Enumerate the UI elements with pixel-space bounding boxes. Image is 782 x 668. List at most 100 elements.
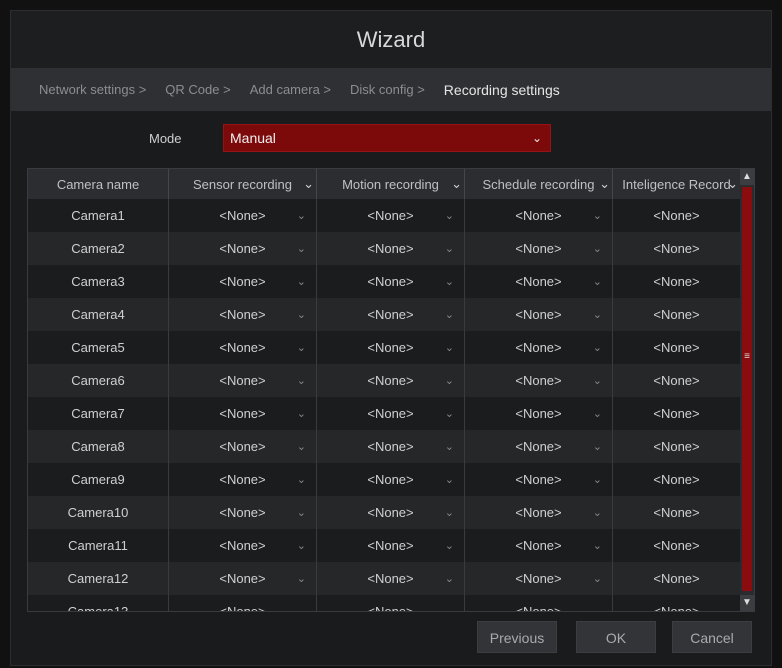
step-network-settings[interactable]: Network settings > [39, 82, 146, 97]
motion-recording-select[interactable]: <None> ⌄ [317, 199, 465, 232]
motion-recording-select[interactable]: <None> ⌄ [317, 265, 465, 298]
chevron-up-icon[interactable]: ▲ [740, 169, 754, 185]
chevron-down-icon[interactable]: ⌄ [727, 176, 738, 192]
schedule-recording-select[interactable]: <None> ⌄ [465, 562, 613, 595]
sensor-recording-select[interactable]: <None> ⌄ [169, 496, 317, 529]
scrollbar-thumb[interactable] [742, 187, 752, 591]
chevron-down-icon[interactable]: ⌄ [297, 374, 306, 387]
schedule-recording-select[interactable]: <None> ⌄ [465, 397, 613, 430]
schedule-recording-select[interactable]: <None> ⌄ [465, 298, 613, 331]
schedule-recording-select[interactable]: <None> ⌄ [465, 595, 613, 611]
chevron-down-icon[interactable]: ⌄ [303, 176, 314, 192]
intelligence-record-select[interactable]: <None> [613, 529, 741, 562]
chevron-down-icon[interactable]: ⌄ [297, 506, 306, 519]
chevron-down-icon[interactable]: ⌄ [445, 506, 454, 519]
step-qr-code[interactable]: QR Code > [165, 82, 230, 97]
chevron-down-icon[interactable]: ▼ [740, 595, 754, 611]
chevron-down-icon[interactable]: ⌄ [297, 473, 306, 486]
motion-recording-select[interactable]: <None> ⌄ [317, 364, 465, 397]
sensor-recording-select[interactable]: <None> ⌄ [169, 595, 317, 611]
chevron-down-icon[interactable]: ⌄ [593, 275, 602, 288]
sensor-recording-select[interactable]: <None> ⌄ [169, 529, 317, 562]
intelligence-record-select[interactable]: <None> [613, 199, 741, 232]
chevron-down-icon[interactable]: ⌄ [593, 308, 602, 321]
header-motion-recording[interactable]: Motion recording ⌄ [317, 169, 465, 199]
chevron-down-icon[interactable]: ⌄ [297, 308, 306, 321]
mode-select[interactable]: Manual ⌄ [223, 124, 551, 152]
chevron-down-icon[interactable]: ⌄ [445, 374, 454, 387]
header-sensor-recording[interactable]: Sensor recording ⌄ [169, 169, 317, 199]
intelligence-record-select[interactable]: <None> [613, 265, 741, 298]
schedule-recording-select[interactable]: <None> ⌄ [465, 529, 613, 562]
schedule-recording-select[interactable]: <None> ⌄ [465, 463, 613, 496]
chevron-down-icon[interactable]: ⌄ [297, 605, 306, 611]
schedule-recording-select[interactable]: <None> ⌄ [465, 232, 613, 265]
chevron-down-icon[interactable]: ⌄ [593, 242, 602, 255]
sensor-recording-select[interactable]: <None> ⌄ [169, 298, 317, 331]
chevron-down-icon[interactable]: ⌄ [593, 341, 602, 354]
motion-recording-select[interactable]: <None> ⌄ [317, 496, 465, 529]
intelligence-record-select[interactable]: <None> [613, 562, 741, 595]
motion-recording-select[interactable]: <None> ⌄ [317, 463, 465, 496]
chevron-down-icon[interactable]: ⌄ [445, 440, 454, 453]
header-schedule-recording[interactable]: Schedule recording ⌄ [465, 169, 613, 199]
intelligence-record-select[interactable]: <None> [613, 364, 741, 397]
sensor-recording-select[interactable]: <None> ⌄ [169, 430, 317, 463]
chevron-down-icon[interactable]: ⌄ [297, 209, 306, 222]
motion-recording-select[interactable]: <None> ⌄ [317, 562, 465, 595]
previous-button[interactable]: Previous [477, 621, 557, 653]
sensor-recording-select[interactable]: <None> ⌄ [169, 397, 317, 430]
step-recording-settings[interactable]: Recording settings [444, 82, 560, 98]
schedule-recording-select[interactable]: <None> ⌄ [465, 496, 613, 529]
sensor-recording-select[interactable]: <None> ⌄ [169, 232, 317, 265]
motion-recording-select[interactable]: <None> ⌄ [317, 298, 465, 331]
chevron-down-icon[interactable]: ⌄ [445, 473, 454, 486]
chevron-down-icon[interactable]: ⌄ [445, 308, 454, 321]
motion-recording-select[interactable]: <None> ⌄ [317, 232, 465, 265]
chevron-down-icon[interactable]: ⌄ [445, 605, 454, 611]
intelligence-record-select[interactable]: <None> [613, 331, 741, 364]
chevron-down-icon[interactable]: ⌄ [593, 572, 602, 585]
motion-recording-select[interactable]: <None> ⌄ [317, 397, 465, 430]
intelligence-record-select[interactable]: <None> [613, 298, 741, 331]
chevron-down-icon[interactable]: ⌄ [593, 506, 602, 519]
chevron-down-icon[interactable]: ⌄ [599, 176, 610, 192]
schedule-recording-select[interactable]: <None> ⌄ [465, 364, 613, 397]
chevron-down-icon[interactable]: ⌄ [593, 440, 602, 453]
intelligence-record-select[interactable]: <None> [613, 397, 741, 430]
motion-recording-select[interactable]: <None> ⌄ [317, 430, 465, 463]
chevron-down-icon[interactable]: ⌄ [445, 539, 454, 552]
chevron-down-icon[interactable]: ⌄ [445, 275, 454, 288]
chevron-down-icon[interactable]: ⌄ [593, 539, 602, 552]
chevron-down-icon[interactable]: ⌄ [297, 440, 306, 453]
intelligence-record-select[interactable]: <None> [613, 496, 741, 529]
chevron-down-icon[interactable]: ⌄ [445, 407, 454, 420]
motion-recording-select[interactable]: <None> ⌄ [317, 331, 465, 364]
chevron-down-icon[interactable]: ⌄ [297, 407, 306, 420]
sensor-recording-select[interactable]: <None> ⌄ [169, 331, 317, 364]
chevron-down-icon[interactable]: ⌄ [297, 242, 306, 255]
ok-button[interactable]: OK [576, 621, 656, 653]
intelligence-record-select[interactable]: <None> [613, 430, 741, 463]
sensor-recording-select[interactable]: <None> ⌄ [169, 364, 317, 397]
intelligence-record-select[interactable]: <None> [613, 463, 741, 496]
sensor-recording-select[interactable]: <None> ⌄ [169, 562, 317, 595]
chevron-down-icon[interactable]: ⌄ [593, 473, 602, 486]
schedule-recording-select[interactable]: <None> ⌄ [465, 265, 613, 298]
chevron-down-icon[interactable]: ⌄ [593, 407, 602, 420]
header-intelligence-record[interactable]: Inteligence Record ⌄ [613, 169, 741, 199]
chevron-down-icon[interactable]: ⌄ [593, 209, 602, 222]
sensor-recording-select[interactable]: <None> ⌄ [169, 199, 317, 232]
motion-recording-select[interactable]: <None> ⌄ [317, 595, 465, 611]
chevron-down-icon[interactable]: ⌄ [593, 605, 602, 611]
step-add-camera[interactable]: Add camera > [250, 82, 331, 97]
chevron-down-icon[interactable]: ⌄ [445, 242, 454, 255]
schedule-recording-select[interactable]: <None> ⌄ [465, 331, 613, 364]
chevron-down-icon[interactable]: ⌄ [297, 341, 306, 354]
schedule-recording-select[interactable]: <None> ⌄ [465, 430, 613, 463]
sensor-recording-select[interactable]: <None> ⌄ [169, 265, 317, 298]
intelligence-record-select[interactable]: <None> [613, 595, 741, 611]
sensor-recording-select[interactable]: <None> ⌄ [169, 463, 317, 496]
chevron-down-icon[interactable]: ⌄ [445, 209, 454, 222]
chevron-down-icon[interactable]: ⌄ [593, 374, 602, 387]
